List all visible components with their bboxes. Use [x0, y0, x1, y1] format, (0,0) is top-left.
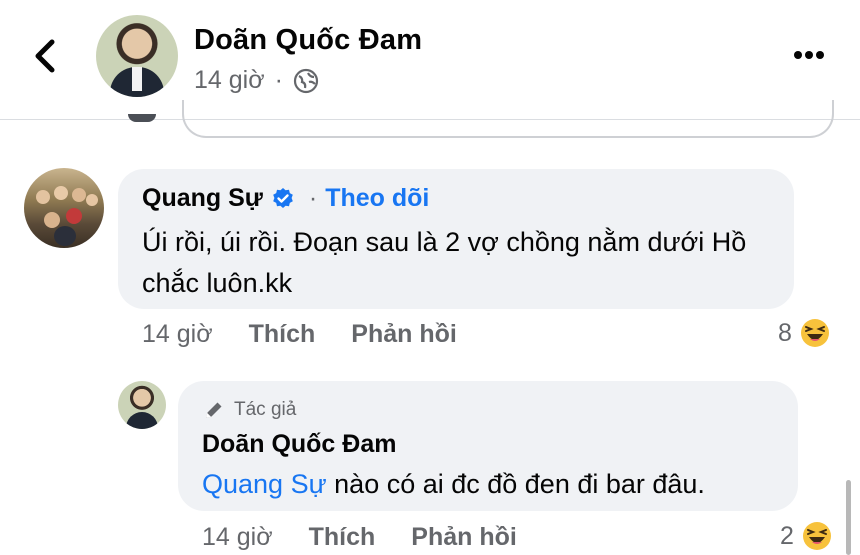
- mention-link[interactable]: Quang Sự: [202, 469, 327, 499]
- reply-time[interactable]: 14 giờ: [202, 523, 273, 552]
- reply-author-name[interactable]: Doãn Quốc Đam: [202, 430, 396, 459]
- comment-text: Úi rồi, úi rồi. Đoạn sau là 2 vợ chồng n…: [142, 227, 747, 298]
- author-name[interactable]: Doãn Quốc Đam: [194, 24, 422, 57]
- reply-text-body: nào có ai đc đồ đen đi bar đâu.: [326, 469, 705, 499]
- reaction-summary[interactable]: 8: [778, 318, 830, 348]
- author-badge: Tác giả: [202, 398, 296, 422]
- meta-separator: ·: [274, 66, 283, 94]
- scrollbar[interactable]: [846, 480, 851, 555]
- previous-avatar-edge: [128, 114, 156, 122]
- reaction-count: 8: [778, 318, 792, 347]
- commenter-name[interactable]: Quang Sự: [142, 184, 263, 213]
- globe-icon: [293, 68, 319, 93]
- reply-like-button[interactable]: Thích: [309, 523, 376, 552]
- reply-actions: 14 giờ Thích Phản hồi: [202, 523, 517, 552]
- like-button[interactable]: Thích: [249, 320, 316, 349]
- reply-reaction-summary[interactable]: 2: [780, 521, 832, 551]
- more-options-icon[interactable]: [794, 46, 830, 62]
- commenter-avatar[interactable]: [24, 168, 104, 248]
- pen-icon: [206, 402, 222, 418]
- post-meta: 14 giờ ·: [194, 66, 319, 95]
- comment-time[interactable]: 14 giờ: [142, 320, 213, 349]
- comment-actions: 14 giờ Thích Phản hồi: [142, 320, 457, 349]
- back-arrow-icon[interactable]: [28, 36, 64, 76]
- comment-header: Quang Sự · Theo dõi: [142, 184, 430, 213]
- reply-reaction-count: 2: [780, 521, 794, 550]
- reply-reply-button[interactable]: Phản hồi: [411, 523, 517, 552]
- post-time[interactable]: 14 giờ: [194, 66, 265, 95]
- author-avatar[interactable]: [96, 15, 178, 97]
- reply-author-avatar[interactable]: [118, 381, 166, 429]
- reply-button[interactable]: Phản hồi: [351, 320, 457, 349]
- reply-text: Quang Sự nào có ai đc đồ đen đi bar đâu.: [202, 466, 705, 502]
- author-badge-label: Tác giả: [234, 399, 297, 420]
- laugh-emoji-icon: [800, 319, 829, 347]
- previous-comment-box-edge: [182, 100, 834, 138]
- verified-badge-icon: [273, 187, 293, 208]
- follow-button[interactable]: Theo dõi: [325, 184, 429, 212]
- laugh-emoji-icon: [802, 522, 831, 550]
